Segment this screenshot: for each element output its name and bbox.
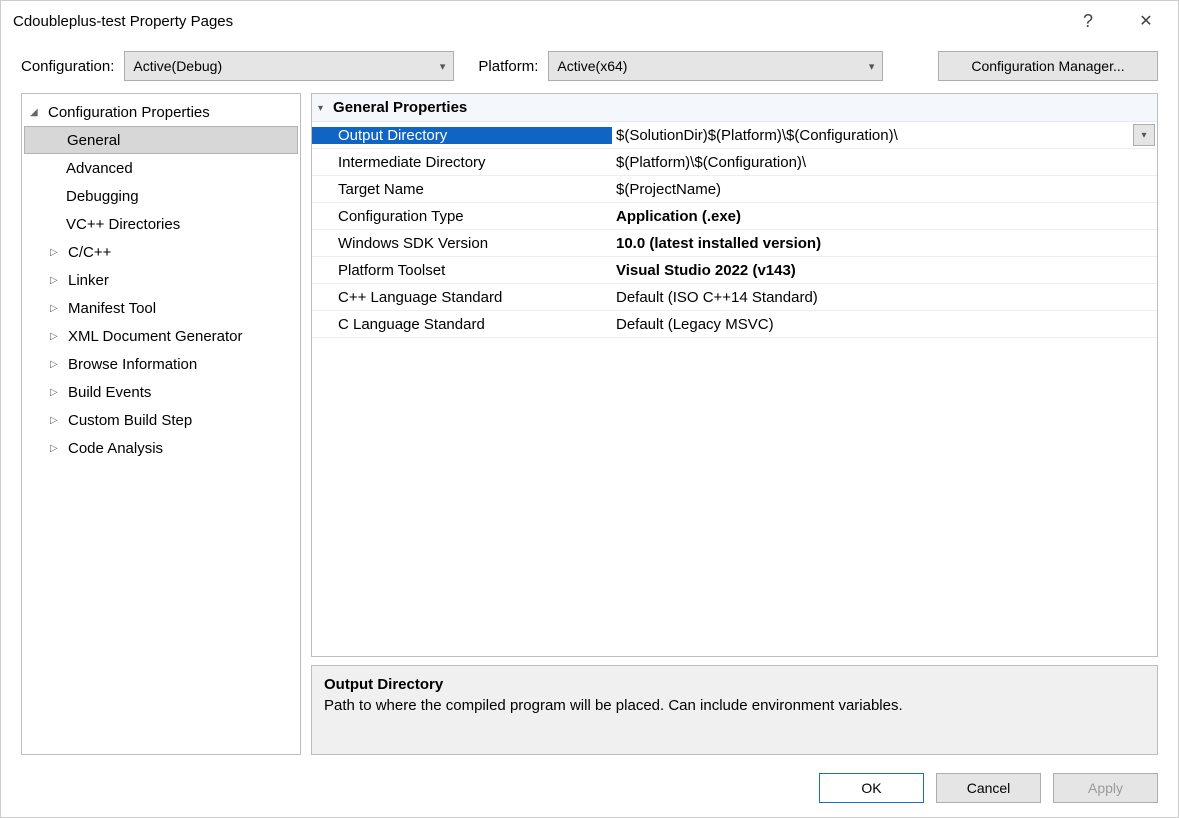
configuration-value: Active(Debug) [133,58,222,74]
properties-grid[interactable]: ▾ General Properties Output Directory $(… [311,93,1158,657]
chevron-down-icon: ▾ [440,60,446,73]
platform-dropdown[interactable]: Active(x64) ▾ [548,51,883,81]
chevron-down-icon: ▾ [318,103,323,114]
main-area: ◢ Configuration Properties General Advan… [1,93,1178,765]
expander-closed-icon[interactable]: ▷ [50,275,64,286]
tree-item-advanced[interactable]: Advanced [22,154,300,182]
expander-closed-icon[interactable]: ▷ [50,415,64,426]
window-title: Cdoubleplus-test Property Pages [13,13,1068,30]
grid-row-output-directory[interactable]: Output Directory $(SolutionDir)$(Platfor… [312,122,1157,149]
configuration-dropdown[interactable]: Active(Debug) ▾ [124,51,454,81]
platform-value: Active(x64) [557,58,627,74]
configuration-label: Configuration: [21,58,114,75]
expander-closed-icon[interactable]: ▷ [50,331,64,342]
grid-row-intermediate-directory[interactable]: Intermediate Directory $(Platform)\$(Con… [312,149,1157,176]
grid-row-platform-toolset[interactable]: Platform Toolset Visual Studio 2022 (v14… [312,257,1157,284]
grid-group-header[interactable]: ▾ General Properties [312,94,1157,122]
help-icon[interactable]: ? [1068,1,1108,41]
expander-closed-icon[interactable]: ▷ [50,247,64,258]
tree-item-code-analysis[interactable]: ▷ Code Analysis [22,434,300,462]
right-column: ▾ General Properties Output Directory $(… [311,93,1158,755]
description-title: Output Directory [324,676,1145,693]
tree-item-linker[interactable]: ▷ Linker [22,266,300,294]
expander-closed-icon[interactable]: ▷ [50,303,64,314]
tree-item-browse-information[interactable]: ▷ Browse Information [22,350,300,378]
close-icon[interactable]: ✕ [1126,1,1166,41]
grid-row-target-name[interactable]: Target Name $(ProjectName) [312,176,1157,203]
property-pages-window: Cdoubleplus-test Property Pages ? ✕ Conf… [0,0,1179,818]
footer-buttons: OK Cancel Apply [1,765,1178,817]
tree-item-xml-document-generator[interactable]: ▷ XML Document Generator [22,322,300,350]
tree-root-label: Configuration Properties [48,104,210,121]
tree-item-vc-directories[interactable]: VC++ Directories [22,210,300,238]
expander-open-icon[interactable]: ◢ [30,107,44,118]
tree-panel[interactable]: ◢ Configuration Properties General Advan… [21,93,301,755]
grid-row-c-language-standard[interactable]: C Language Standard Default (Legacy MSVC… [312,311,1157,338]
cancel-button[interactable]: Cancel [936,773,1041,803]
titlebar: Cdoubleplus-test Property Pages ? ✕ [1,1,1178,41]
expander-closed-icon[interactable]: ▷ [50,443,64,454]
tree-item-build-events[interactable]: ▷ Build Events [22,378,300,406]
tree-root[interactable]: ◢ Configuration Properties [22,98,300,126]
tree-item-general[interactable]: General [24,126,298,154]
tree-item-ccpp[interactable]: ▷ C/C++ [22,238,300,266]
description-panel: Output Directory Path to where the compi… [311,665,1158,755]
grid-row-cpp-language-standard[interactable]: C++ Language Standard Default (ISO C++14… [312,284,1157,311]
grid-row-windows-sdk-version[interactable]: Windows SDK Version 10.0 (latest install… [312,230,1157,257]
chevron-down-icon: ▾ [869,60,875,73]
configuration-manager-button[interactable]: Configuration Manager... [938,51,1158,81]
apply-button[interactable]: Apply [1053,773,1158,803]
config-row: Configuration: Active(Debug) ▾ Platform:… [1,41,1178,93]
expander-closed-icon[interactable]: ▷ [50,359,64,370]
ok-button[interactable]: OK [819,773,924,803]
description-text: Path to where the compiled program will … [324,697,1145,714]
tree-item-debugging[interactable]: Debugging [22,182,300,210]
platform-label: Platform: [478,58,538,75]
tree-item-manifest-tool[interactable]: ▷ Manifest Tool [22,294,300,322]
expander-closed-icon[interactable]: ▷ [50,387,64,398]
value-dropdown-icon[interactable]: ▾ [1133,124,1155,146]
grid-group-title: General Properties [333,99,467,116]
grid-row-configuration-type[interactable]: Configuration Type Application (.exe) [312,203,1157,230]
tree-item-custom-build-step[interactable]: ▷ Custom Build Step [22,406,300,434]
